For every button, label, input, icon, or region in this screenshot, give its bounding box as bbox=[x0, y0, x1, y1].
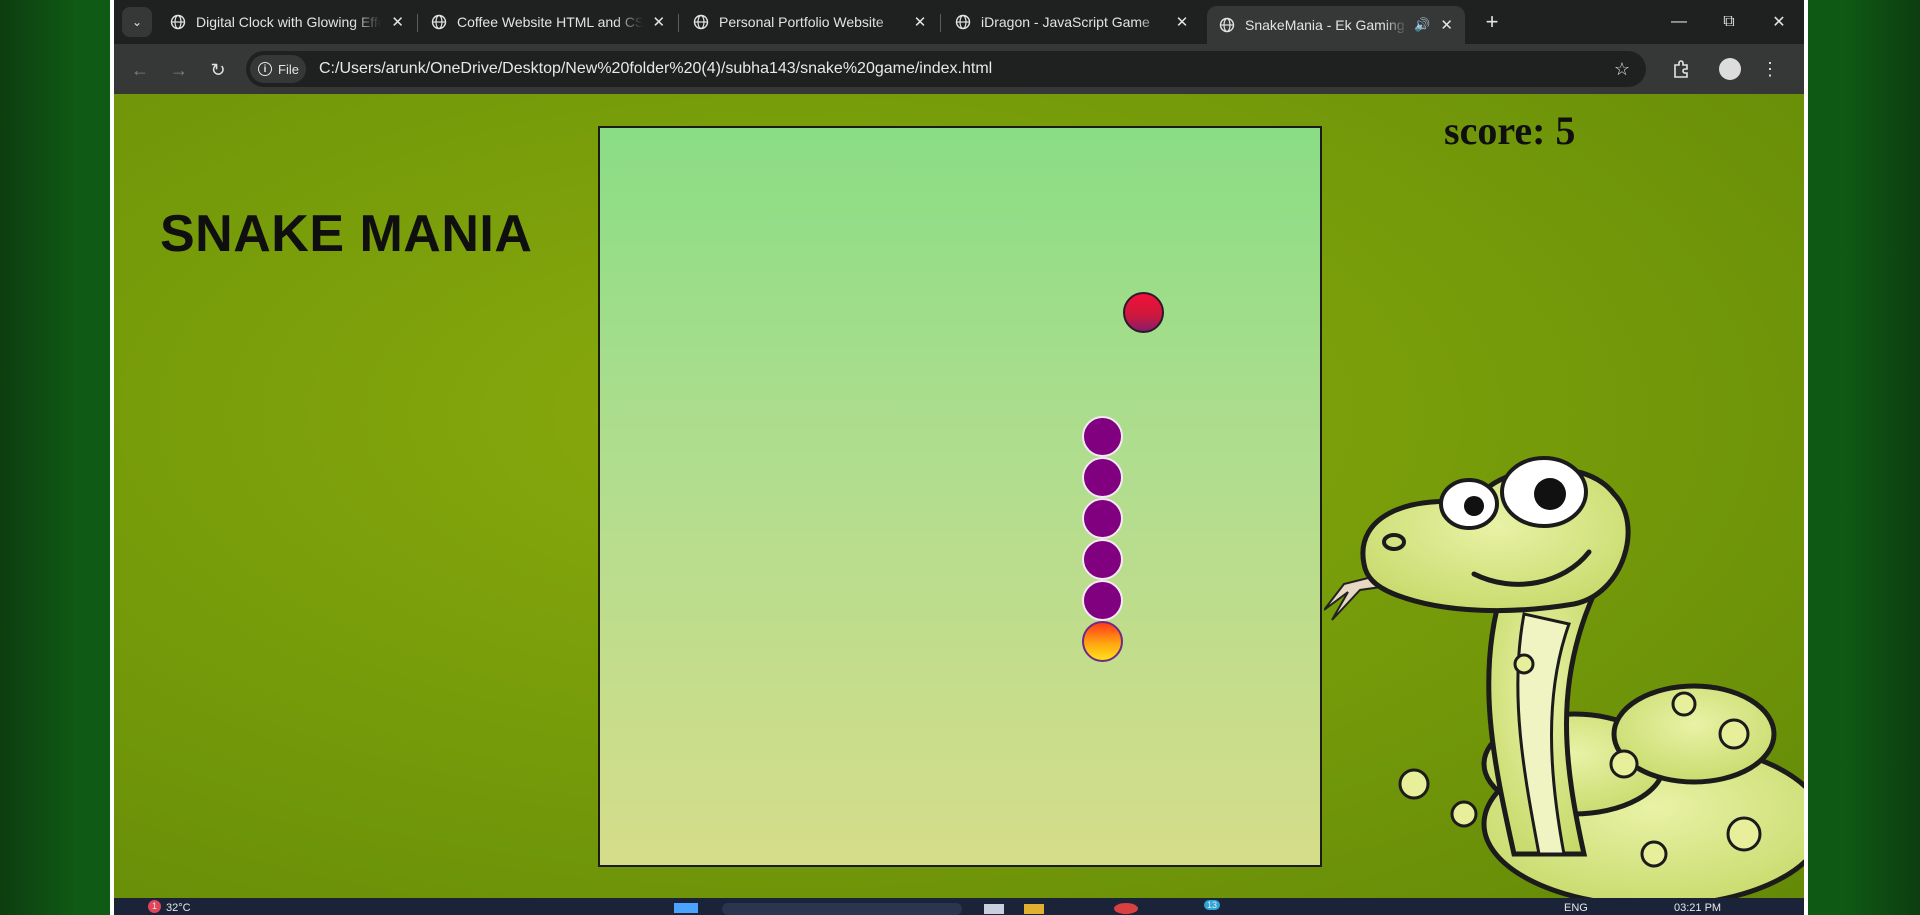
file-explorer-icon[interactable] bbox=[1024, 904, 1044, 914]
chevron-down-icon: ⌄ bbox=[131, 15, 143, 29]
extensions-button[interactable] bbox=[1667, 55, 1695, 83]
snake-segment bbox=[1082, 539, 1124, 580]
snake-segment bbox=[1082, 415, 1124, 457]
tab-search-button[interactable]: ⌄ bbox=[122, 7, 152, 37]
tab-title: Coffee Website HTML and CSS | bbox=[457, 14, 643, 30]
game-title: SNAKE MANIA bbox=[160, 205, 533, 263]
chrome-icon[interactable] bbox=[1114, 903, 1138, 914]
tab-separator bbox=[940, 14, 941, 32]
os-taskbar: 1 32°C 13 ENG 03:21 PM bbox=[114, 898, 1804, 915]
tab-snakemania[interactable]: SnakeMania - Ek Gaming Kr 🔊 ✕ bbox=[1207, 6, 1465, 44]
task-view-icon[interactable] bbox=[984, 904, 1004, 914]
site-info-chip[interactable]: i File bbox=[250, 55, 306, 83]
globe-icon bbox=[955, 14, 971, 30]
close-icon[interactable]: ✕ bbox=[651, 13, 667, 31]
tab-idragon[interactable]: iDragon - JavaScript Game ✕ bbox=[943, 6, 1201, 38]
plus-icon: + bbox=[1485, 9, 1499, 34]
arrow-left-icon: ← bbox=[131, 59, 149, 80]
clock-time[interactable]: 03:21 PM bbox=[1674, 902, 1721, 914]
tab-separator bbox=[678, 14, 679, 32]
tab-title: Digital Clock with Glowing Effect bbox=[196, 14, 382, 30]
tab-title: SnakeMania - Ek Gaming Kr bbox=[1245, 17, 1409, 33]
close-window-button[interactable]: ✕ bbox=[1754, 0, 1804, 44]
kebab-menu-icon: ⋮ bbox=[1761, 58, 1779, 79]
address-bar[interactable]: i File C:/Users/arunk/OneDrive/Desktop/N… bbox=[246, 51, 1646, 87]
food-item bbox=[1122, 292, 1164, 334]
close-icon: ✕ bbox=[1772, 14, 1786, 31]
new-tab-button[interactable]: + bbox=[1478, 8, 1506, 36]
language-indicator[interactable]: ENG bbox=[1564, 902, 1588, 914]
arrow-right-icon: → bbox=[170, 59, 188, 80]
back-button[interactable]: ← bbox=[126, 56, 154, 84]
close-icon[interactable]: ✕ bbox=[1438, 16, 1455, 34]
globe-icon bbox=[170, 14, 186, 30]
notification-count-badge: 13 bbox=[1204, 900, 1221, 910]
tab-personal-portfolio[interactable]: Personal Portfolio Website ✕ bbox=[681, 6, 939, 38]
window-border-right bbox=[1804, 0, 1808, 915]
score-display: score: 5 bbox=[1444, 108, 1576, 153]
puzzle-icon bbox=[1674, 60, 1688, 78]
taskbar-search-box[interactable] bbox=[722, 903, 962, 915]
tab-coffee-website[interactable]: Coffee Website HTML and CSS | ✕ bbox=[419, 6, 677, 38]
bookmark-star-icon[interactable]: ☆ bbox=[1610, 57, 1634, 81]
minimize-button[interactable]: — bbox=[1654, 0, 1704, 44]
restore-button[interactable]: ⧉ bbox=[1704, 0, 1754, 44]
restore-icon: ⧉ bbox=[1723, 13, 1735, 30]
globe-icon bbox=[1219, 17, 1235, 33]
reload-button[interactable]: ↻ bbox=[204, 56, 232, 84]
close-icon[interactable]: ✕ bbox=[911, 13, 929, 31]
close-icon[interactable]: ✕ bbox=[1173, 13, 1191, 31]
reload-icon: ↻ bbox=[210, 59, 226, 80]
forward-button[interactable]: → bbox=[165, 56, 193, 84]
weather-temperature[interactable]: 32°C bbox=[166, 902, 191, 914]
windows-start-icon[interactable] bbox=[674, 903, 698, 913]
minimize-icon: — bbox=[1671, 13, 1687, 30]
tab-separator bbox=[417, 14, 418, 32]
browser-toolbar: ← → ↻ i File C:/Users/arunk/OneDrive/Des… bbox=[114, 44, 1804, 94]
snake-segment bbox=[1082, 497, 1124, 539]
url-text[interactable]: C:/Users/arunk/OneDrive/Desktop/New%20fo… bbox=[319, 51, 992, 87]
page-content: SNAKE MANIA score: 5 bbox=[114, 94, 1804, 898]
info-icon: i bbox=[258, 62, 272, 76]
tab-digital-clock[interactable]: Digital Clock with Glowing Effect ✕ bbox=[158, 6, 416, 38]
profile-button[interactable] bbox=[1716, 55, 1744, 83]
tab-title: Personal Portfolio Website bbox=[719, 14, 884, 30]
avatar bbox=[1719, 58, 1741, 80]
weather-badge: 1 bbox=[148, 900, 161, 913]
site-info-label: File bbox=[278, 61, 299, 77]
game-board[interactable] bbox=[598, 126, 1322, 867]
globe-icon bbox=[431, 14, 447, 30]
snake-segment bbox=[1082, 580, 1124, 622]
speaker-icon[interactable]: 🔊 bbox=[1414, 17, 1430, 33]
snake-head bbox=[1082, 621, 1124, 663]
snake-segment bbox=[1082, 456, 1124, 498]
menu-button[interactable]: ⋮ bbox=[1756, 55, 1784, 83]
browser-window: ⌄ Digital Clock with Glowing Effect ✕ Co… bbox=[114, 0, 1804, 915]
tab-title: iDragon - JavaScript Game bbox=[981, 14, 1150, 30]
tab-strip: ⌄ Digital Clock with Glowing Effect ✕ Co… bbox=[114, 0, 1804, 44]
globe-icon bbox=[693, 14, 709, 30]
snake-mascot-image bbox=[1324, 456, 1804, 898]
close-icon[interactable]: ✕ bbox=[389, 13, 406, 31]
